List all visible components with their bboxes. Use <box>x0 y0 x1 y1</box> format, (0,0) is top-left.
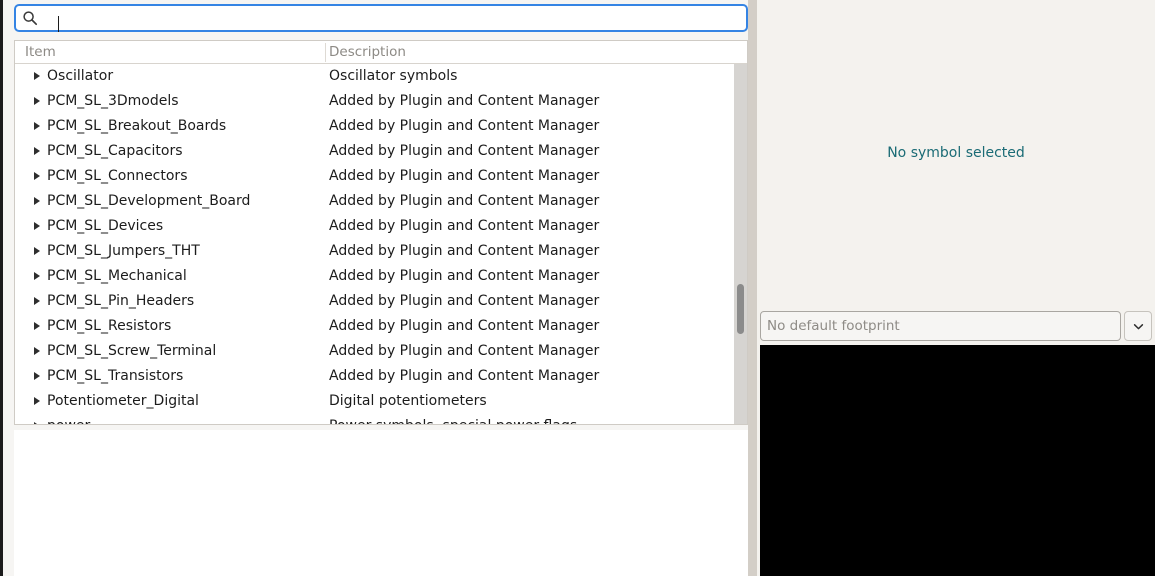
symbol-details-panel <box>14 430 748 576</box>
tree-item-name: PCM_SL_Transistors <box>47 368 184 384</box>
tree-item-name: PCM_SL_Breakout_Boards <box>47 118 227 134</box>
chevron-right-icon[interactable] <box>34 97 40 105</box>
tree-item-name: power <box>47 414 90 424</box>
tree-item-description: Digital potentiometers <box>329 393 487 409</box>
tree-item-description: Added by Plugin and Content Manager <box>329 243 600 259</box>
column-header-description[interactable]: Description <box>329 41 406 63</box>
chevron-right-icon[interactable] <box>34 247 40 255</box>
symbol-chooser-dialog: Item Description Oscillator Oscillator sy… <box>0 0 1155 576</box>
table-row[interactable]: PCM_SL_Development_Board Added by Plugin … <box>15 189 747 214</box>
chevron-right-icon[interactable] <box>34 172 40 180</box>
chevron-right-icon[interactable] <box>34 72 40 80</box>
tree-item-name: PCM_SL_Capacitors <box>47 143 183 159</box>
table-row[interactable]: PCM_SL_Devices Added by Plugin and Conten… <box>15 214 747 239</box>
table-row[interactable]: PCM_SL_Transistors Added by Plugin and Co… <box>15 364 747 389</box>
tree-item-name: PCM_SL_Development_Board <box>47 193 251 209</box>
chevron-right-icon[interactable] <box>34 222 40 230</box>
table-row[interactable]: PCM_SL_Breakout_Boards Added by Plugin an… <box>15 114 747 139</box>
search-box[interactable] <box>14 4 748 32</box>
default-footprint-dropdown-button[interactable] <box>1124 311 1152 341</box>
tree-item-name: PCM_SL_Connectors <box>47 168 188 184</box>
symbol-library-pane: Item Description Oscillator Oscillator sy… <box>3 0 748 576</box>
table-row[interactable]: PCM_SL_Connectors Added by Plugin and Con… <box>15 164 747 189</box>
table-row[interactable]: PCM_SL_3Dmodels Added by Plugin and Conte… <box>15 89 747 114</box>
chevron-right-icon[interactable] <box>34 322 40 330</box>
column-separator[interactable] <box>325 43 326 62</box>
chevron-right-icon[interactable] <box>34 372 40 380</box>
chevron-right-icon[interactable] <box>34 297 40 305</box>
search-icon <box>23 11 38 26</box>
tree-item-description: Oscillator symbols <box>329 68 458 84</box>
tree-item-name: PCM_SL_Mechanical <box>47 268 187 284</box>
search-input[interactable] <box>44 7 740 29</box>
table-row[interactable]: power Power symbols, special power flags <box>15 414 747 424</box>
chevron-right-icon[interactable] <box>34 422 40 424</box>
pane-splitter[interactable] <box>748 0 757 576</box>
tree-scrollbar-thumb[interactable] <box>737 284 744 334</box>
chevron-right-icon[interactable] <box>34 347 40 355</box>
tree-item-description: Added by Plugin and Content Manager <box>329 368 600 384</box>
default-footprint-field[interactable]: No default footprint <box>760 311 1121 341</box>
chevron-right-icon[interactable] <box>34 147 40 155</box>
table-row[interactable]: Potentiometer_Digital Digital potentiomet… <box>15 389 747 414</box>
tree-item-name: PCM_SL_Screw_Terminal <box>47 343 217 359</box>
table-row[interactable]: PCM_SL_Screw_Terminal Added by Plugin and… <box>15 339 747 364</box>
symbol-preview-canvas[interactable]: No symbol selected <box>757 0 1155 305</box>
pane-splitter-handle[interactable] <box>749 0 756 576</box>
chevron-right-icon[interactable] <box>34 272 40 280</box>
text-cursor <box>58 16 59 32</box>
tree-scrollbar[interactable] <box>734 64 747 424</box>
tree-item-description: Added by Plugin and Content Manager <box>329 293 600 309</box>
table-row[interactable]: PCM_SL_Capacitors Added by Plugin and Con… <box>15 139 747 164</box>
no-symbol-selected-label: No symbol selected <box>887 144 1025 161</box>
tree-item-description: Added by Plugin and Content Manager <box>329 93 600 109</box>
tree-item-description: Added by Plugin and Content Manager <box>329 193 600 209</box>
tree-item-name: Oscillator <box>47 68 114 84</box>
tree-item-name: PCM_SL_3Dmodels <box>47 93 179 109</box>
table-row[interactable]: PCM_SL_Mechanical Added by Plugin and Con… <box>15 264 747 289</box>
table-row[interactable]: PCM_SL_Resistors Added by Plugin and Cont… <box>15 314 747 339</box>
table-row[interactable]: Oscillator Oscillator symbols <box>15 64 747 89</box>
default-footprint-combobox[interactable]: No default footprint <box>760 311 1152 341</box>
chevron-right-icon[interactable] <box>34 197 40 205</box>
tree-item-name: PCM_SL_Resistors <box>47 318 172 334</box>
preview-pane: No symbol selected No default footprint <box>757 0 1155 576</box>
symbol-tree[interactable]: Item Description Oscillator Oscillator sy… <box>14 40 748 425</box>
tree-item-description: Added by Plugin and Content Manager <box>329 143 600 159</box>
tree-header-row: Item Description <box>15 41 747 64</box>
table-row[interactable]: PCM_SL_Pin_Headers Added by Plugin and Co… <box>15 289 747 314</box>
tree-item-description: Added by Plugin and Content Manager <box>329 168 600 184</box>
tree-item-description: Added by Plugin and Content Manager <box>329 118 600 134</box>
tree-item-description: Power symbols, special power flags <box>329 414 577 424</box>
chevron-down-icon <box>1133 323 1143 329</box>
tree-item-description: Added by Plugin and Content Manager <box>329 268 600 284</box>
tree-item-name: PCM_SL_Pin_Headers <box>47 293 195 309</box>
tree-item-description: Added by Plugin and Content Manager <box>329 343 600 359</box>
table-row[interactable]: PCM_SL_Jumpers_THT Added by Plugin and Co… <box>15 239 747 264</box>
default-footprint-placeholder: No default footprint <box>767 318 900 334</box>
column-header-item[interactable]: Item <box>25 41 56 63</box>
tree-item-description: Added by Plugin and Content Manager <box>329 318 600 334</box>
tree-item-name: PCM_SL_Devices <box>47 218 164 234</box>
tree-body[interactable]: Oscillator Oscillator symbols PCM_SL_3Dmod… <box>15 64 747 424</box>
tree-item-name: Potentiometer_Digital <box>47 393 199 409</box>
footprint-preview-canvas[interactable] <box>760 345 1155 576</box>
tree-item-name: PCM_SL_Jumpers_THT <box>47 243 200 259</box>
chevron-right-icon[interactable] <box>34 397 40 405</box>
tree-item-description: Added by Plugin and Content Manager <box>329 218 600 234</box>
chevron-right-icon[interactable] <box>34 122 40 130</box>
